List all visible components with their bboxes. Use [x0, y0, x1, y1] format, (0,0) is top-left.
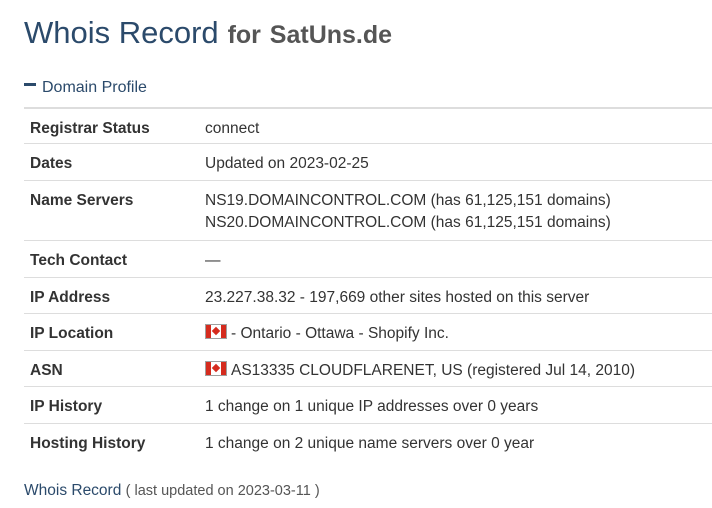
whois-record-link[interactable]: Whois Record [24, 482, 121, 499]
table-row: Dates Updated on 2023-02-25 [24, 142, 712, 180]
domain-profile-toggle[interactable]: Domain Profile [24, 79, 147, 97]
tech-contact-label: Tech Contact [30, 251, 128, 269]
page-title-main: Whois Record [24, 15, 219, 50]
table-row: IP History 1 change on 1 unique IP addre… [24, 385, 712, 423]
table-row: Hosting History 1 change on 2 unique nam… [24, 422, 712, 459]
dates-value: Updated on 2023-02-25 [205, 154, 369, 172]
asn-value: AS13335 CLOUDFLARENET, US (registered Ju… [231, 361, 636, 379]
ip-address-label: IP Address [30, 288, 111, 306]
tech-contact-value: — [205, 251, 221, 269]
table-row: Tech Contact — [24, 239, 712, 277]
page-title-for: for [227, 21, 261, 49]
ip-location-value: - Ontario - Ottawa - Shopify Inc. [231, 324, 449, 342]
ip-location-label: IP Location [30, 324, 114, 342]
registrar-status-label: Registrar Status [30, 120, 150, 137]
canada-flag-icon [205, 360, 227, 376]
hosting-history-label: Hosting History [30, 434, 146, 452]
name-server-1[interactable]: NS19.DOMAINCONTROL.COM (has 61,125,151 d… [205, 190, 712, 212]
footer: Whois Record ( last updated on 2023-03-1… [24, 482, 320, 500]
table-row: ASN AS13335 CLOUDFLARENET, US (registere… [24, 349, 712, 386]
registrar-status-value: connect [205, 120, 260, 137]
canada-flag-icon [205, 323, 227, 339]
dates-label: Dates [30, 154, 73, 172]
domain-profile-table: Registrar Status connect Dates Updated o… [24, 107, 712, 459]
last-updated-text: ( last updated on 2023-03-11 ) [125, 483, 320, 499]
collapse-icon [24, 83, 36, 87]
asn-label: ASN [30, 361, 63, 379]
ip-history-label: IP History [30, 397, 103, 415]
ip-address-value[interactable]: 23.227.38.32 - 197,669 other sites hoste… [205, 278, 712, 309]
hosting-history-value[interactable]: 1 change on 2 unique name servers over 0… [205, 424, 712, 455]
name-servers-label: Name Servers [30, 191, 134, 209]
table-row: Registrar Status connect [24, 107, 712, 143]
page-title: Whois Record for SatUns.de [24, 14, 392, 51]
ip-history-value[interactable]: 1 change on 1 unique IP addresses over 0… [205, 387, 712, 418]
table-row: IP Location - Ontario - Ottawa - Shopify… [24, 312, 712, 350]
table-row: Name Servers NS19.DOMAINCONTROL.COM (has… [24, 179, 712, 240]
domain-profile-label: Domain Profile [42, 79, 147, 96]
name-server-2[interactable]: NS20.DOMAINCONTROL.COM (has 61,125,151 d… [205, 212, 712, 234]
page-title-domain: SatUns.de [269, 21, 393, 49]
table-row: IP Address 23.227.38.32 - 197,669 other … [24, 276, 712, 313]
